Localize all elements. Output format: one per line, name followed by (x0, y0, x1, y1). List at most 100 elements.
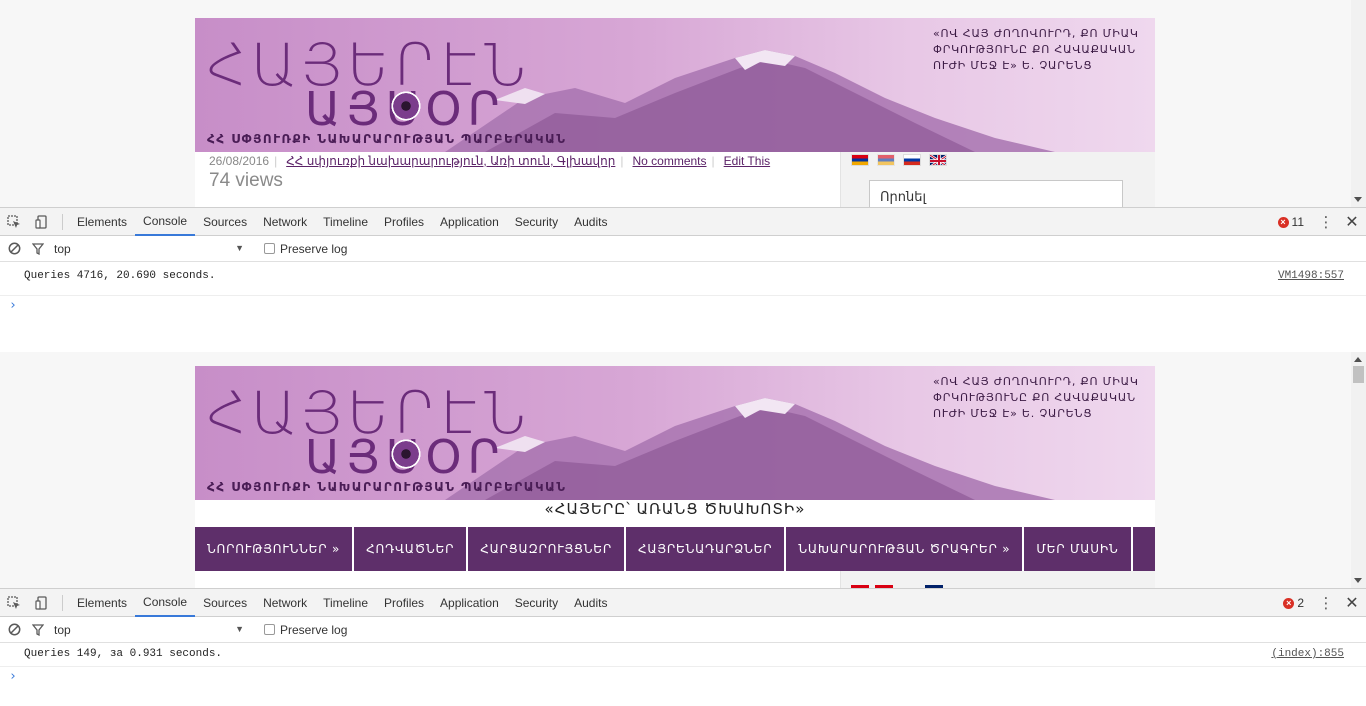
error-count: 11 (1291, 215, 1304, 229)
device-icon[interactable] (28, 589, 56, 617)
kebab-menu-icon[interactable]: ⋮ (1314, 213, 1338, 231)
banner-tagline: ՀՀ ՍՓՅՈՒՌՔԻ ՆԱԽԱՐԱՐՈՒԹՅԱՆ ՊԱՐԲԵՐԱԿԱՆ (207, 132, 567, 146)
scroll-up-icon[interactable] (1354, 357, 1362, 362)
devtools-tabbar: Elements Console Sources Network Timelin… (0, 208, 1366, 236)
console-log-row: Queries 149, за 0.931 seconds. (index):8… (0, 643, 1366, 667)
tab-sources[interactable]: Sources (195, 589, 255, 617)
scroll-down-icon[interactable] (1354, 197, 1362, 202)
tab-security[interactable]: Security (507, 208, 566, 236)
log-source-link[interactable]: (index):855 (1271, 648, 1344, 660)
post-meta: 26/08/2016 | ՀՀ սփյուռքի նախարարություն, Ա… (209, 154, 771, 168)
console-toolbar: top ▼ Preserve log (0, 617, 1366, 643)
error-counter[interactable]: × 11 (1277, 215, 1304, 229)
tab-audits[interactable]: Audits (566, 589, 615, 617)
tab-elements[interactable]: Elements (69, 589, 135, 617)
log-message: Queries 149, за 0.931 seconds. (24, 648, 223, 660)
forget-me-not-icon (391, 91, 421, 121)
tab-network[interactable]: Network (255, 208, 315, 236)
page-content: «ՀԱՅԵՐԸ՝ ԱՌԱՆՑ ԾԽԱԽՈՏԻ» ՆՈՐՈՒԹՅՈՒՆՆԵՐ » … (195, 500, 1155, 588)
console-prompt[interactable]: › (0, 296, 1366, 318)
prompt-chevron-icon: › (9, 298, 17, 313)
devtools-panel-1: Elements Console Sources Network Timelin… (0, 207, 1366, 352)
devtools-panel-2: Elements Console Sources Network Timelin… (0, 588, 1366, 706)
preserve-log-checkbox[interactable] (264, 243, 275, 254)
nav-item-ministry-programs[interactable]: ՆԱԽԱՐԱՐՈՒԹՅԱՆ ԾՐԱԳՐԵՐ » (786, 527, 1025, 571)
nav-item-about[interactable]: ՄԵՐ ՄԱՍԻՆ (1024, 527, 1133, 571)
nav-item-interviews[interactable]: ՀԱՐՑԱԶՐՈՒՅՑՆԵՐ (468, 527, 626, 571)
tab-console[interactable]: Console (135, 208, 196, 236)
flag-ru-icon[interactable] (903, 154, 921, 166)
preserve-log-label: Preserve log (280, 241, 348, 256)
post-views: 74 views (209, 170, 283, 191)
flag-am-latin-icon[interactable] (877, 154, 895, 166)
filter-icon[interactable] (28, 235, 48, 263)
page-viewport-2: ՀԱՅԵՐԷՆ ԱՅՍՕՐ ՀՀ ՍՓՅՈՒՌՔԻ ՆԱԽԱՐԱՐՈՒԹՅԱՆ … (0, 352, 1366, 588)
prompt-chevron-icon: › (9, 669, 17, 684)
tab-application[interactable]: Application (432, 208, 507, 236)
inspect-icon[interactable] (0, 208, 28, 236)
edit-this-link[interactable]: Edit This (724, 154, 770, 168)
banner-quote: «ՈՎ ՀԱՅ ԺՈՂՈՎՈՒՐԴ, ՔՈ ՄԻԱԿ ՓՐԿՈՒԹՅՈՒՆԸ Ք… (933, 27, 1139, 72)
site-motto: «ՀԱՅԵՐԸ՝ ԱՌԱՆՑ ԾԽԱԽՈՏԻ» (544, 500, 806, 518)
tab-timeline[interactable]: Timeline (315, 208, 376, 236)
page-viewport-1: ՀԱՅԵՐԷՆ ԱՅՍՕՐ ՀՀ ՍՓՅՈՒՌՔԻ ՆԱԽԱՐԱՐՈՒԹՅԱՆ … (0, 0, 1366, 207)
context-value: top (54, 241, 71, 256)
tab-sources[interactable]: Sources (195, 208, 255, 236)
preserve-log-label: Preserve log (280, 622, 348, 637)
forget-me-not-icon (391, 439, 421, 469)
main-navigation: ՆՈՐՈՒԹՅՈՒՆՆԵՐ » ՀՈԴՎԱԾՆԵՐ ՀԱՐՑԱԶՐՈՒՅՑՆԵՐ… (195, 527, 1155, 571)
log-source-link[interactable]: VM1498:557 (1278, 270, 1344, 282)
scroll-down-icon[interactable] (1354, 578, 1362, 583)
device-icon[interactable] (28, 208, 56, 236)
tab-network[interactable]: Network (255, 589, 315, 617)
tab-timeline[interactable]: Timeline (315, 589, 376, 617)
page-content: 26/08/2016 | ՀՀ սփյուռքի նախարարություն, Ա… (195, 152, 1155, 207)
comments-link[interactable]: No comments (632, 154, 706, 168)
preserve-log-checkbox[interactable] (264, 624, 275, 635)
kebab-menu-icon[interactable]: ⋮ (1314, 594, 1338, 612)
tab-audits[interactable]: Audits (566, 208, 615, 236)
post-categories-link[interactable]: ՀՀ սփյուռքի նախարարություն, Առի տուն, Գլ… (286, 154, 615, 168)
nav-item-repatriates[interactable]: ՀԱՅՐԵՆԱԴԱՐՁՆԵՐ (626, 527, 787, 571)
nav-item-articles[interactable]: ՀՈԴՎԱԾՆԵՐ (354, 527, 469, 571)
flag-gb-icon[interactable] (929, 154, 947, 166)
chevron-down-icon: ▼ (235, 242, 244, 253)
devtools-tabbar: Elements Console Sources Network Timelin… (0, 589, 1366, 617)
clear-console-icon[interactable] (0, 616, 28, 644)
context-select[interactable]: top ▼ (54, 242, 244, 256)
console-toolbar: top ▼ Preserve log (0, 236, 1366, 262)
page-scrollbar-1[interactable] (1351, 0, 1366, 207)
chevron-down-icon: ▼ (235, 623, 244, 634)
site-banner[interactable]: ՀԱՅԵՐԷՆ ԱՅՍՕՐ ՀՀ ՍՓՅՈՒՌՔԻ ՆԱԽԱՐԱՐՈՒԹՅԱՆ … (195, 366, 1155, 500)
error-count: 2 (1297, 596, 1304, 610)
clear-console-icon[interactable] (0, 235, 28, 263)
close-icon[interactable]: ✕ (1338, 593, 1366, 613)
context-select[interactable]: top ▼ (54, 623, 244, 637)
console-prompt[interactable]: › (0, 667, 1366, 689)
sidebar: Որոնել (840, 152, 1155, 207)
log-message: Queries 4716, 20.690 seconds. (24, 270, 216, 282)
sidebar (840, 571, 1155, 588)
nav-item-news[interactable]: ՆՈՐՈՒԹՅՈՒՆՆԵՐ » (195, 527, 355, 571)
tab-profiles[interactable]: Profiles (376, 208, 432, 236)
tab-application[interactable]: Application (432, 589, 507, 617)
context-value: top (54, 622, 71, 637)
post-date: 26/08/2016 (209, 154, 270, 168)
site-banner[interactable]: ՀԱՅԵՐԷՆ ԱՅՍՕՐ ՀՀ ՍՓՅՈՒՌՔԻ ՆԱԽԱՐԱՐՈՒԹՅԱՆ … (195, 18, 1155, 152)
tab-console[interactable]: Console (135, 589, 196, 617)
close-icon[interactable]: ✕ (1338, 212, 1366, 232)
tab-security[interactable]: Security (507, 589, 566, 617)
tab-profiles[interactable]: Profiles (376, 589, 432, 617)
error-icon: × (1283, 597, 1295, 609)
error-counter[interactable]: × 2 (1283, 596, 1304, 610)
language-switcher (851, 154, 947, 166)
tab-elements[interactable]: Elements (69, 208, 135, 236)
scrollbar-thumb[interactable] (1353, 366, 1364, 383)
page-scrollbar-2[interactable] (1351, 352, 1366, 588)
flag-am-icon[interactable] (851, 154, 869, 166)
sidebar-search-input[interactable]: Որոնել (869, 180, 1123, 207)
banner-quote: «ՈՎ ՀԱՅ ԺՈՂՈՎՈՒՐԴ, ՔՈ ՄԻԱԿ ՓՐԿՈՒԹՅՈՒՆԸ Ք… (933, 375, 1139, 420)
error-icon: × (1277, 216, 1289, 228)
inspect-icon[interactable] (0, 589, 28, 617)
filter-icon[interactable] (28, 616, 48, 644)
